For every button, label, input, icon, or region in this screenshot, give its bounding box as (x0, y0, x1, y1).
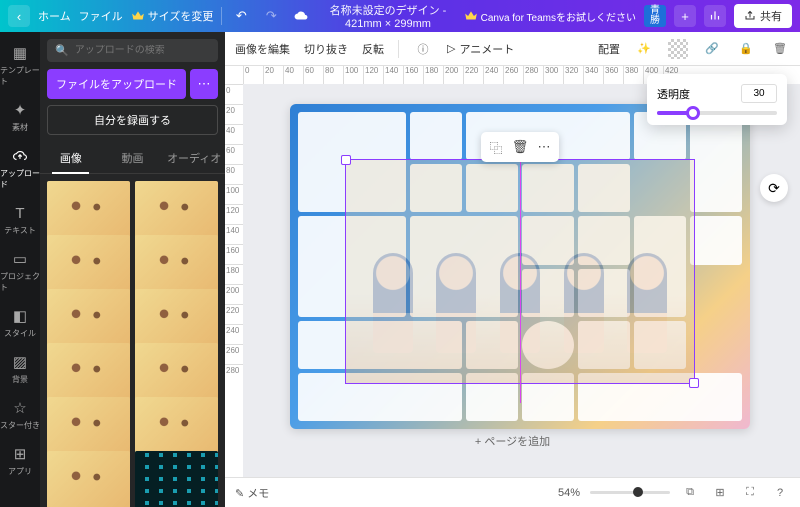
opacity-input[interactable] (741, 84, 777, 103)
crop-button[interactable]: 切り抜き (304, 41, 348, 57)
media-thumb[interactable] (135, 451, 218, 507)
crown-icon (464, 9, 478, 23)
teams-promo[interactable]: Canva for Teamsをお試しください (464, 9, 636, 24)
search-icon: 🔍 (55, 44, 69, 57)
apps-icon: ⊞ (11, 445, 29, 463)
media-thumb[interactable] (135, 235, 218, 297)
sync-icon[interactable]: ⟳ (760, 174, 788, 202)
media-thumb[interactable] (47, 289, 130, 351)
back-icon[interactable]: ‹ (8, 5, 30, 27)
elements-icon: ✦ (11, 101, 29, 119)
canvas-area: 画像を編集 切り抜き 反転 ⓘ ▷ アニメート 配置 ✨ 🔗 🔒 🗑 02040… (225, 32, 800, 507)
edit-image-button[interactable]: 画像を編集 (235, 41, 290, 57)
flip-button[interactable]: 反転 (362, 41, 384, 57)
grid-view-icon[interactable]: ⊞ (710, 483, 730, 503)
upload-more-button[interactable]: ⋯ (190, 69, 218, 99)
page-view-icon[interactable]: ⧉ (680, 483, 700, 503)
opacity-popover: 透明度 (647, 74, 787, 125)
position-button[interactable]: 配置 (598, 41, 620, 57)
media-tabs: 画像 動画 オーディオ (40, 143, 225, 174)
rail-project[interactable]: ▭プロジェクト (0, 244, 40, 299)
transparency-icon[interactable] (668, 39, 688, 59)
media-thumb[interactable] (135, 397, 218, 459)
magic-icon[interactable]: ✨ (634, 39, 654, 59)
resize-button[interactable]: サイズを変更 (131, 8, 214, 24)
zoom-level[interactable]: 54% (558, 487, 580, 499)
media-thumb[interactable] (47, 235, 130, 297)
design-title[interactable]: 名称未設定のデザイン - 421mm × 299mm (320, 2, 455, 30)
top-bar: ‹ ホーム ファイル サイズを変更 ↶ ↷ 名称未設定のデザイン - 421mm… (0, 0, 800, 32)
link-icon[interactable]: 🔗 (702, 39, 722, 59)
rail-template[interactable]: ▦テンプレート (0, 38, 40, 93)
add-page-button[interactable]: + ページを追加 (475, 433, 550, 449)
media-thumb[interactable] (135, 289, 218, 351)
side-rail: ▦テンプレート ✦素材 アップロード Tテキスト ▭プロジェクト ◧スタイル ▨… (0, 32, 40, 507)
rail-upload[interactable]: アップロード (0, 141, 40, 196)
media-thumb[interactable] (47, 451, 130, 507)
folder-icon: ▭ (11, 250, 29, 268)
upload-file-button[interactable]: ファイルをアップロード (47, 69, 186, 99)
tab-image[interactable]: 画像 (40, 143, 102, 173)
upload-panel: 🔍 ファイルをアップロード ⋯ 自分を録画する 画像 動画 オーディオ (40, 32, 225, 507)
selected-image[interactable] (345, 159, 695, 384)
footer-bar: ✎ メモ 54% ⧉ ⊞ ⛶ ? (225, 477, 800, 507)
text-icon: T (11, 204, 29, 222)
zoom-slider[interactable] (590, 491, 670, 494)
media-thumb[interactable] (47, 343, 130, 405)
context-toolbar: 画像を編集 切り抜き 反転 ⓘ ▷ アニメート 配置 ✨ 🔗 🔒 🗑 (225, 32, 800, 66)
media-thumb[interactable] (47, 397, 130, 459)
info-icon[interactable]: ⓘ (413, 39, 433, 59)
memo-button[interactable]: ✎ メモ (235, 485, 269, 501)
plus-icon[interactable]: + (674, 5, 696, 27)
search-input[interactable]: 🔍 (47, 39, 218, 62)
animate-button[interactable]: ▷ アニメート (447, 41, 514, 57)
style-icon: ◧ (11, 307, 29, 325)
tab-video[interactable]: 動画 (102, 143, 164, 173)
rail-text[interactable]: Tテキスト (0, 198, 40, 242)
workspace[interactable]: 020406080100120140160180200220240260280 (225, 84, 800, 477)
delete-icon[interactable]: 🗑 (770, 39, 790, 59)
lock-icon[interactable]: 🔒 (736, 39, 756, 59)
file-menu[interactable]: ファイル (79, 8, 123, 24)
opacity-slider[interactable] (657, 111, 777, 115)
home-link[interactable]: ホーム (38, 8, 71, 24)
cloud-sync-icon[interactable] (290, 5, 312, 27)
media-thumb[interactable] (135, 181, 218, 243)
rail-background[interactable]: ▨背景 (0, 347, 40, 391)
rail-style[interactable]: ◧スタイル (0, 301, 40, 345)
rail-apps[interactable]: ⊞アプリ (0, 439, 40, 483)
rail-starred[interactable]: ☆スター付き (0, 393, 40, 437)
avatar[interactable]: 青 勝 (644, 5, 666, 27)
media-thumb[interactable] (47, 181, 130, 243)
design-page[interactable]: ⿻ 🗑 ⋯ (290, 104, 750, 429)
undo-icon[interactable]: ↶ (230, 5, 252, 27)
template-icon: ▦ (11, 44, 29, 62)
upload-icon (11, 147, 29, 165)
record-self-button[interactable]: 自分を録画する (47, 105, 218, 135)
star-icon: ☆ (11, 399, 29, 417)
rail-elements[interactable]: ✦素材 (0, 95, 40, 139)
share-button[interactable]: 共有 (734, 4, 792, 28)
background-icon: ▨ (11, 353, 29, 371)
help-icon[interactable]: ? (770, 483, 790, 503)
media-thumb[interactable] (135, 343, 218, 405)
fullscreen-icon[interactable]: ⛶ (740, 483, 760, 503)
opacity-label: 透明度 (657, 86, 733, 102)
ruler-vertical: 020406080100120140160180200220240260280 (225, 84, 243, 477)
media-grid (40, 174, 225, 507)
redo-icon[interactable]: ↷ (260, 5, 282, 27)
crown-icon (131, 9, 145, 23)
tab-audio[interactable]: オーディオ (163, 143, 225, 173)
analytics-icon[interactable] (704, 5, 726, 27)
